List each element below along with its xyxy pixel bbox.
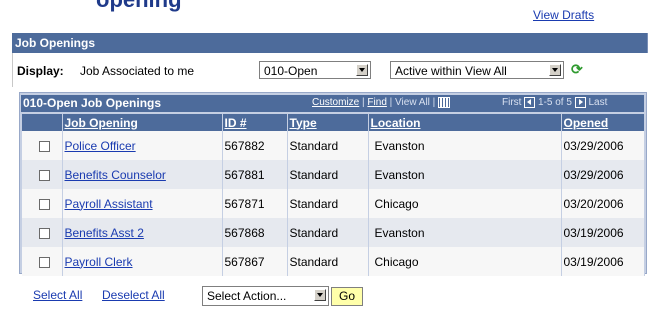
table-row: Police Officer 567882 Standard Evanston … — [22, 131, 645, 160]
scope-select-value: Active within View All — [395, 64, 507, 78]
job-opened-date: 03/29/2006 — [561, 131, 645, 160]
customize-link[interactable]: Customize — [312, 97, 359, 108]
job-openings-grid: 010-Open Job Openings Customize | Find |… — [19, 92, 647, 276]
view-all-link[interactable]: View All — [395, 97, 430, 108]
job-type: Standard — [287, 189, 369, 218]
grid-nav-links: Customize | Find | View All | — [312, 97, 451, 109]
job-location: Evanston — [368, 131, 562, 160]
table-row: Payroll Clerk 567867 Standard Chicago 03… — [22, 247, 645, 276]
job-id: 567868 — [222, 218, 288, 247]
job-type: Standard — [287, 218, 369, 247]
column-header-select — [22, 114, 63, 131]
job-opening-link[interactable]: Payroll Assistant — [65, 197, 153, 211]
row-checkbox[interactable] — [39, 227, 50, 239]
display-label: Display: — [17, 64, 64, 78]
grid-title-bar: 010-Open Job Openings Customize | Find |… — [21, 95, 644, 112]
table-row: Benefits Counselor 567881 Standard Evans… — [22, 160, 645, 189]
page-title: opening — [96, 0, 182, 13]
refresh-icon[interactable]: ⟳ — [571, 61, 583, 78]
grid-paging: First 1-5 of 5 Last — [502, 97, 607, 108]
row-checkbox[interactable] — [39, 198, 50, 210]
table-row: Payroll Assistant 567871 Standard Chicag… — [22, 189, 645, 218]
job-location: Evanston — [368, 160, 562, 189]
action-select[interactable]: Select Action... — [202, 286, 329, 306]
select-all-link[interactable]: Select All — [33, 288, 82, 302]
column-header-location[interactable]: Location — [368, 114, 562, 131]
job-opened-date: 03/19/2006 — [561, 247, 645, 276]
next-page-icon[interactable] — [574, 97, 586, 108]
page-range: 1-5 of 5 — [538, 97, 572, 109]
job-openings-table: Job Opening ID # Type Location Opened Po… — [22, 114, 645, 276]
scope-select[interactable]: Active within View All — [390, 61, 564, 79]
job-opening-link[interactable]: Benefits Counselor — [65, 168, 166, 182]
grid-footer-actions: Select All Deselect All Select Action...… — [0, 283, 648, 309]
status-select[interactable]: 010-Open — [259, 61, 371, 79]
column-header-opened[interactable]: Opened — [561, 114, 645, 131]
job-id: 567881 — [222, 160, 288, 189]
row-checkbox[interactable] — [39, 140, 50, 152]
row-checkbox[interactable] — [39, 169, 50, 181]
table-header-row: Job Opening ID # Type Location Opened — [22, 114, 645, 131]
job-opening-link[interactable]: Benefits Asst 2 — [65, 226, 144, 240]
display-filter-row: Display: Job Associated to me 010-Open A… — [12, 53, 648, 87]
first-link[interactable]: First — [502, 97, 521, 108]
action-select-value: Select Action... — [207, 289, 287, 303]
chevron-down-icon[interactable] — [549, 64, 561, 76]
job-type: Standard — [287, 160, 369, 189]
download-grid-icon[interactable] — [438, 97, 451, 108]
previous-page-icon[interactable] — [524, 97, 536, 108]
last-link[interactable]: Last — [589, 97, 608, 108]
column-header-id[interactable]: ID # — [222, 114, 288, 131]
job-opened-date: 03/20/2006 — [561, 189, 645, 218]
table-row: Benefits Asst 2 567868 Standard Evanston… — [22, 218, 645, 247]
job-location: Evanston — [368, 218, 562, 247]
display-value: Job Associated to me — [80, 64, 195, 78]
status-select-value: 010-Open — [264, 64, 318, 78]
job-opening-link[interactable]: Police Officer — [65, 139, 136, 153]
job-type: Standard — [287, 247, 369, 276]
job-id: 567867 — [222, 247, 288, 276]
column-header-job-opening[interactable]: Job Opening — [62, 114, 223, 131]
job-id: 567871 — [222, 189, 288, 218]
column-header-type[interactable]: Type — [287, 114, 369, 131]
view-drafts-link[interactable]: View Drafts — [533, 8, 594, 22]
job-location: Chicago — [368, 189, 562, 218]
job-opening-link[interactable]: Payroll Clerk — [65, 255, 133, 269]
job-opened-date: 03/19/2006 — [561, 218, 645, 247]
job-location: Chicago — [368, 247, 562, 276]
job-type: Standard — [287, 131, 369, 160]
row-checkbox[interactable] — [39, 256, 50, 268]
nav-separator: | — [389, 97, 393, 109]
nav-separator: | — [432, 97, 436, 109]
chevron-down-icon[interactable] — [356, 64, 368, 76]
go-button[interactable]: Go — [331, 287, 363, 306]
job-id: 567882 — [222, 131, 288, 160]
nav-separator: | — [362, 97, 365, 109]
job-openings-section-header: Job Openings — [12, 33, 648, 53]
chevron-down-icon[interactable] — [314, 289, 326, 301]
deselect-all-link[interactable]: Deselect All — [102, 288, 165, 302]
find-link[interactable]: Find — [367, 97, 386, 108]
grid-title: 010-Open Job Openings — [21, 95, 164, 112]
section-title: Job Openings — [15, 36, 96, 50]
job-opened-date: 03/29/2006 — [561, 160, 645, 189]
